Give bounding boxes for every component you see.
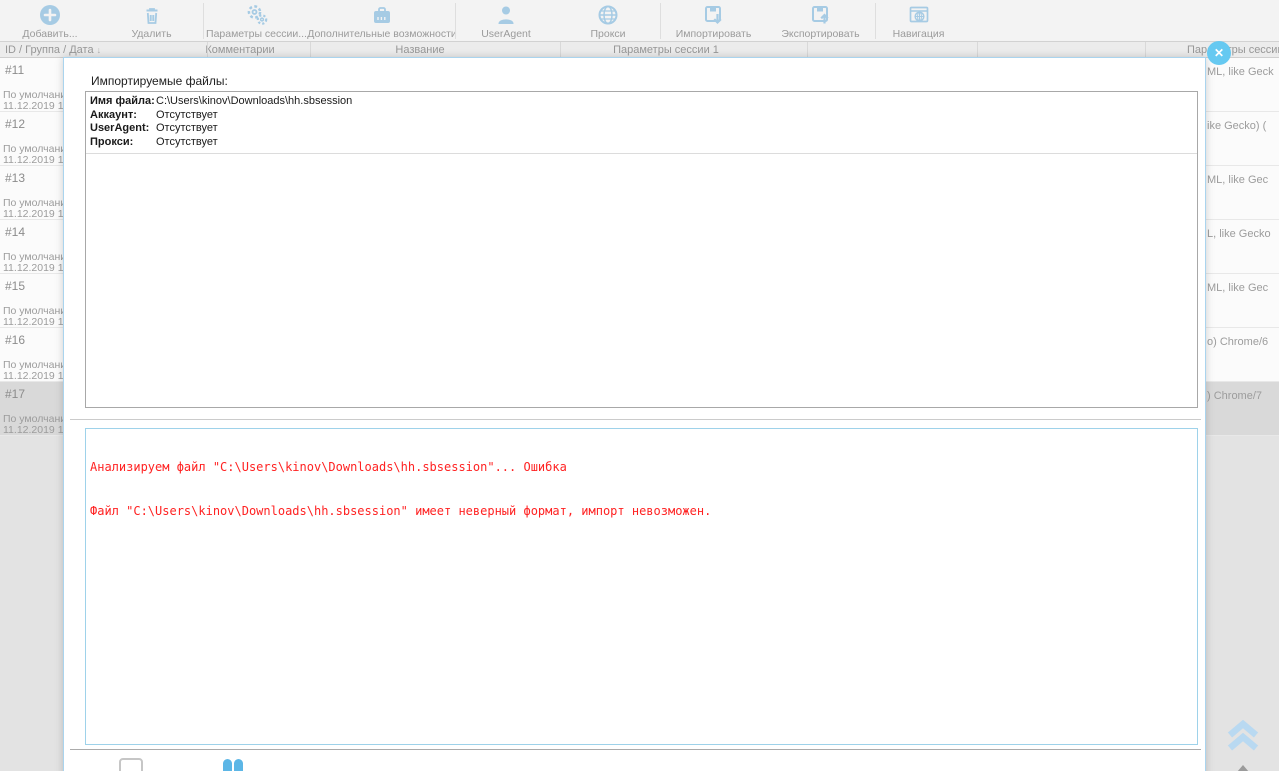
column-separator (207, 42, 208, 57)
file-name-value: C:\Users\kinov\Downloads\hh.sbsession (156, 95, 353, 107)
column-header-name[interactable]: Название (395, 44, 444, 56)
sort-indicator: ↓ (96, 45, 102, 55)
account-field: Аккаунт: Отсутствует (90, 109, 1193, 123)
session-params-button[interactable]: Параметры сессии... (204, 0, 309, 42)
export-button[interactable]: Экспортировать (766, 0, 875, 42)
dialog-footer-report-icon[interactable] (119, 758, 143, 771)
import-file-list[interactable]: Имя файла:C:\Users\kinov\Downloads\hh.sb… (85, 91, 1198, 408)
proxy-value: Отсутствует (156, 135, 218, 148)
navigation-button-label: Навигация (892, 28, 945, 40)
export-icon (809, 3, 833, 27)
file-name-label: Имя файла: (90, 95, 155, 107)
row-id: #12 (5, 117, 26, 131)
globe-icon (596, 3, 620, 27)
row-useragent-fragment: ike Gecko) ( (1207, 120, 1267, 132)
column-header-comments[interactable]: Комментарии (205, 44, 274, 56)
table-header: ID / Группа / Дата ↓ Комментарии Названи… (0, 42, 1279, 58)
row-date: 11.12.2019 1 (3, 100, 64, 112)
import-button-label: Импортировать (675, 28, 752, 40)
log-line: Файл "C:\Users\kinov\Downloads\hh.sbsess… (90, 503, 712, 518)
delete-button[interactable]: Удалить (100, 0, 203, 42)
row-useragent-fragment: L, like Gecko (1207, 228, 1271, 240)
app-window: Добавить... Удалить Параметры сессии... … (0, 0, 1279, 771)
navigation-icon (907, 3, 931, 27)
trash-icon (140, 3, 164, 27)
import-file-item[interactable]: Имя файла:C:\Users\kinov\Downloads\hh.sb… (86, 92, 1197, 154)
import-button[interactable]: Импортировать (661, 0, 766, 42)
log-line: Анализируем файл "C:\Users\kinov\Downloa… (90, 460, 567, 474)
column-separator (310, 42, 311, 57)
row-id: #17 (5, 387, 26, 401)
column-separator (977, 42, 978, 57)
add-circle-icon (38, 3, 62, 27)
import-log: Анализируем файл "C:\Users\kinov\Downloa… (85, 428, 1198, 745)
scroll-tip-icon (1237, 765, 1249, 771)
row-id: #16 (5, 333, 26, 347)
proxy-button-label: Прокси (590, 28, 626, 40)
row-date: 11.12.2019 1 (3, 370, 64, 382)
import-dialog-title: Импортируемые файлы: (91, 74, 228, 88)
extra-features-button-label: Дополнительные возможности (307, 28, 457, 40)
proxy-button[interactable]: Прокси (556, 0, 660, 42)
user-icon (494, 3, 518, 27)
gears-icon (245, 3, 269, 27)
row-useragent-fragment: ML, like Gec (1207, 282, 1269, 294)
dialog-footer-arrows-icon[interactable] (223, 759, 245, 771)
navigation-button[interactable]: Навигация (876, 0, 961, 42)
dialog-separator (70, 419, 1201, 420)
account-label: Аккаунт: (90, 108, 137, 121)
import-dialog: Импортируемые файлы: Имя файла:C:\Users\… (63, 57, 1206, 771)
export-button-label: Экспортировать (781, 28, 860, 40)
main-toolbar: Добавить... Удалить Параметры сессии... … (0, 0, 1279, 42)
scroll-to-top-button[interactable] (1226, 719, 1260, 762)
row-id: #15 (5, 279, 26, 293)
column-separator (560, 42, 561, 57)
row-useragent-fragment: ML, like Gec (1207, 174, 1269, 186)
add-button[interactable]: Добавить... (0, 0, 100, 42)
column-header-session-params-2[interactable]: Параметры сессии (1187, 44, 1279, 56)
useragent-label: UserAgent: (90, 122, 150, 134)
column-header-id-group-date[interactable]: ID / Группа / Дата ↓ (5, 44, 101, 56)
row-id: #11 (5, 63, 25, 77)
session-params-button-label: Параметры сессии... (206, 28, 307, 40)
add-button-label: Добавить... (22, 28, 78, 40)
proxy-field: Прокси: Отсутствует (90, 136, 1193, 150)
toolbox-icon (370, 3, 394, 27)
column-separator (1145, 42, 1146, 57)
proxy-label: Прокси: (90, 135, 134, 148)
row-useragent-fragment: ) Chrome/7 (1207, 390, 1263, 402)
delete-button-label: Удалить (131, 28, 172, 40)
row-date: 11.12.2019 1 (3, 424, 64, 436)
account-value: Отсутствует (156, 108, 218, 121)
extra-features-button[interactable]: Дополнительные возможности (307, 0, 457, 42)
row-date: 11.12.2019 1 (3, 262, 64, 274)
row-date: 11.12.2019 1 (3, 154, 64, 166)
useragent-button-label: UserAgent (481, 28, 531, 40)
import-icon (702, 3, 726, 27)
dialog-separator (70, 749, 1201, 750)
file-name-field: Имя файла:C:\Users\kinov\Downloads\hh.sb… (90, 95, 1193, 109)
useragent-value: Отсутствует (156, 122, 218, 134)
row-id: #13 (5, 171, 26, 185)
row-date: 11.12.2019 1 (3, 208, 64, 220)
dialog-close-button[interactable]: ✕ (1207, 41, 1231, 65)
useragent-button[interactable]: UserAgent (456, 0, 556, 42)
column-separator (807, 42, 808, 57)
useragent-field: UserAgent: Отсутствует (90, 122, 1193, 136)
row-useragent-fragment: o) Chrome/6 (1207, 336, 1269, 348)
row-useragent-fragment: ML, like Geck (1207, 66, 1274, 78)
row-date: 11.12.2019 1 (3, 316, 64, 328)
column-header-session-params-1[interactable]: Параметры сессии 1 (613, 44, 719, 56)
row-id: #14 (5, 225, 26, 239)
